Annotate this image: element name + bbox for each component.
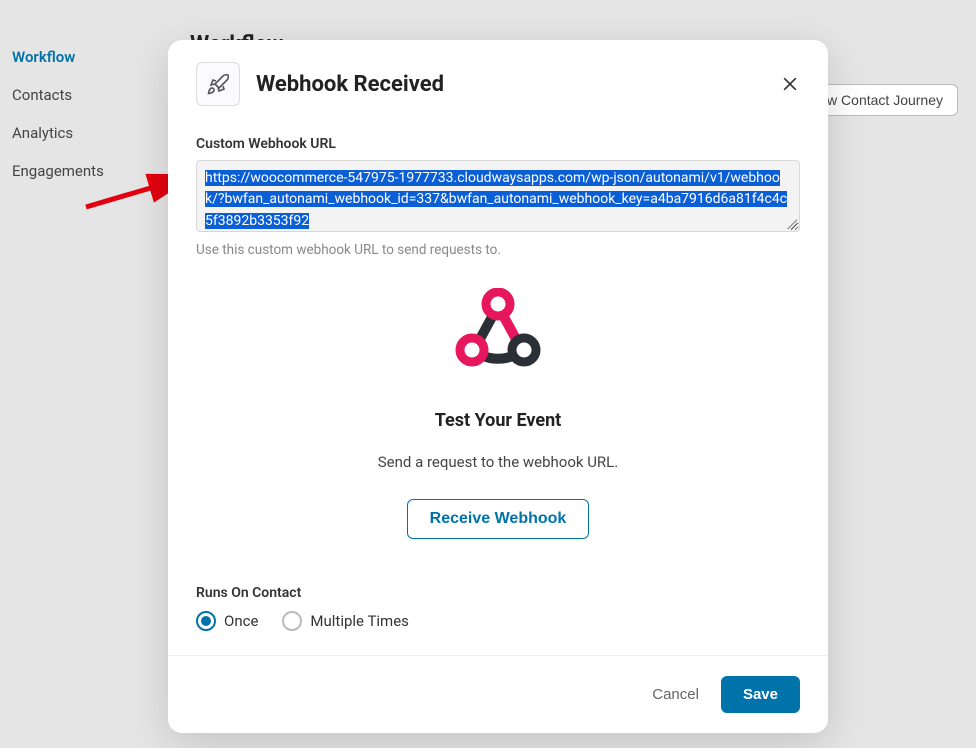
sidebar: Workflow Contacts Analytics Engagements	[0, 0, 160, 190]
receive-webhook-button[interactable]: Receive Webhook	[407, 499, 590, 539]
runs-radio-multiple-label: Multiple Times	[310, 612, 408, 630]
sidebar-item-contacts[interactable]: Contacts	[0, 76, 160, 114]
radio-icon	[196, 611, 216, 631]
runs-radio-group: Once Multiple Times	[196, 611, 800, 631]
webhook-url-input[interactable]: https://woocommerce-547975-1977733.cloud…	[196, 160, 800, 232]
resize-handle[interactable]	[787, 219, 797, 229]
sidebar-item-analytics[interactable]: Analytics	[0, 114, 160, 152]
webhook-url-value[interactable]: https://woocommerce-547975-1977733.cloud…	[205, 170, 787, 229]
sidebar-item-engagements[interactable]: Engagements	[0, 152, 160, 190]
save-button[interactable]: Save	[721, 676, 800, 713]
test-event-block: Test Your Event Send a request to the we…	[196, 258, 800, 549]
test-event-title: Test Your Event	[196, 410, 800, 431]
cancel-button[interactable]: Cancel	[652, 686, 699, 703]
webhook-url-hint: Use this custom webhook URL to send requ…	[196, 242, 800, 258]
modal-header: Webhook Received	[168, 40, 828, 116]
runs-radio-once-label: Once	[224, 612, 258, 630]
runs-radio-once[interactable]: Once	[196, 611, 258, 631]
rocket-icon	[196, 62, 240, 106]
radio-icon	[282, 611, 302, 631]
webhook-url-label: Custom Webhook URL	[196, 136, 800, 152]
modal-title: Webhook Received	[256, 72, 780, 97]
runs-on-contact-block: Runs On Contact Once Multiple Times	[196, 585, 800, 631]
test-event-desc: Send a request to the webhook URL.	[196, 453, 800, 471]
close-icon[interactable]	[780, 74, 800, 94]
sidebar-item-workflow[interactable]: Workflow	[0, 38, 160, 76]
runs-label: Runs On Contact	[196, 585, 800, 601]
modal-body: Custom Webhook URL https://woocommerce-5…	[168, 116, 828, 655]
runs-radio-multiple[interactable]: Multiple Times	[282, 611, 408, 631]
webhook-modal: Webhook Received Custom Webhook URL http…	[168, 40, 828, 733]
modal-footer: Cancel Save	[168, 655, 828, 733]
webhook-icon	[438, 288, 558, 388]
